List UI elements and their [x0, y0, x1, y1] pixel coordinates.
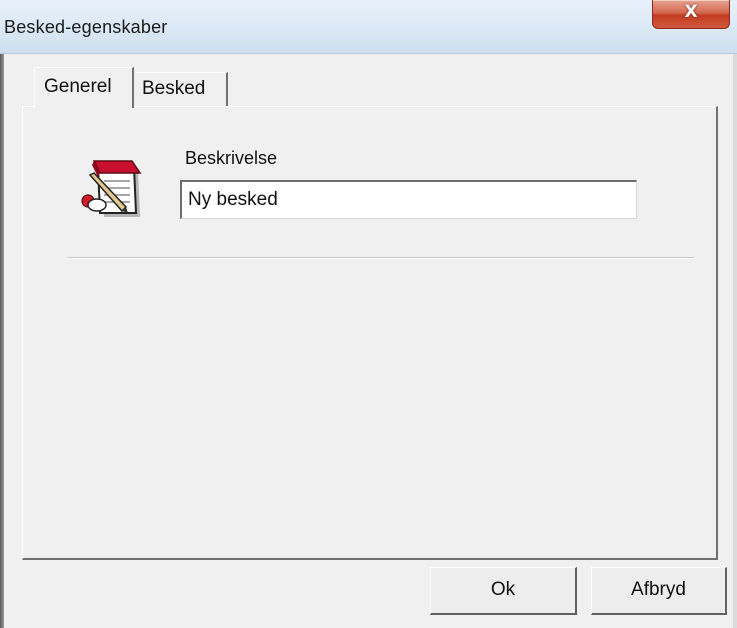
separator-line [67, 257, 694, 259]
ok-button[interactable]: Ok [430, 567, 577, 615]
tab-generel-label: Generel [44, 76, 112, 97]
title-bar[interactable]: Besked-egenskaber X [0, 0, 737, 54]
description-label: Beskrivelse [185, 148, 278, 168]
close-button[interactable]: X [652, 0, 730, 29]
cancel-button[interactable]: Afbryd [591, 567, 727, 615]
window-left-edge [0, 54, 4, 628]
tab-generel[interactable]: Generel [34, 67, 134, 108]
tab-besked-label: Besked [142, 78, 206, 99]
window-right-edge [733, 54, 737, 628]
tab-besked[interactable]: Besked [136, 72, 228, 106]
notepad-pen-icon [81, 160, 142, 217]
description-input[interactable] [180, 180, 637, 219]
window-title: Besked-egenskaber [4, 17, 168, 37]
close-icon: X [684, 2, 698, 22]
dialog-window: Besked-egenskaber X Besked Generel Beskr… [0, 0, 737, 628]
